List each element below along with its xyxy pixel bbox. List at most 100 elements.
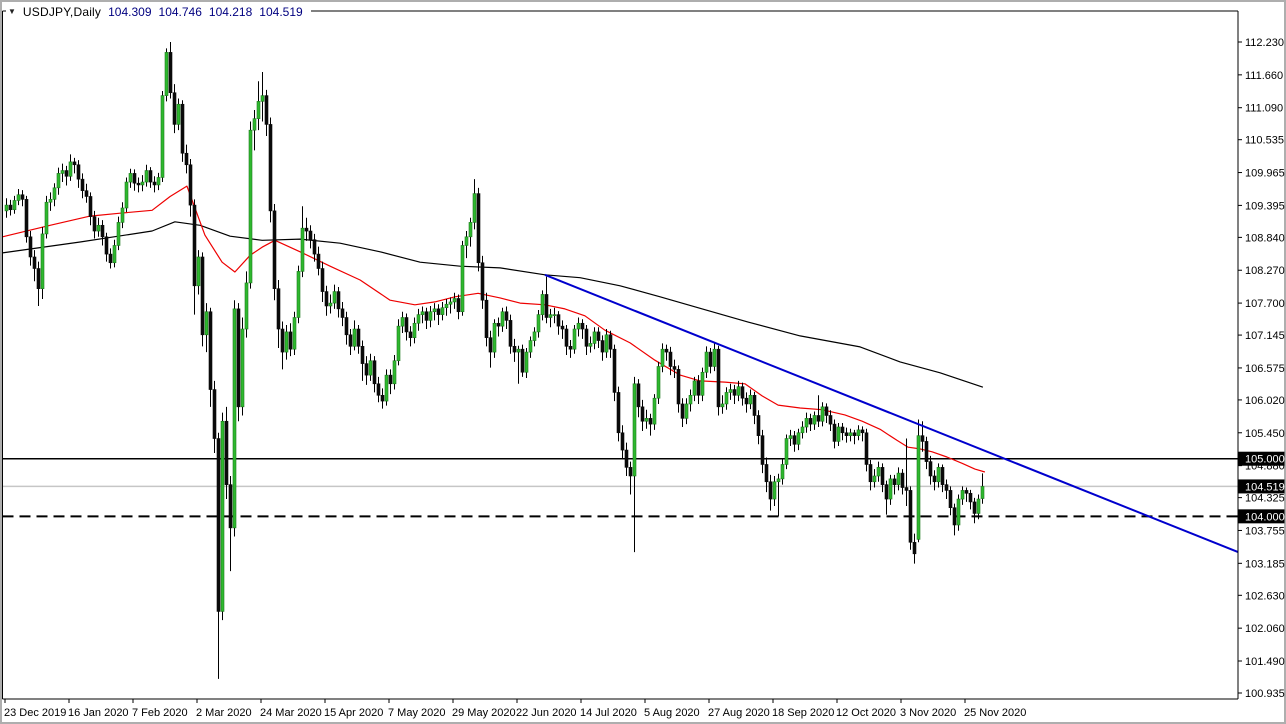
candle-bear [228, 484, 233, 529]
candle-bear [948, 490, 953, 508]
candle-bear [476, 193, 481, 264]
candle-bull [688, 395, 693, 405]
candle-bear [76, 164, 81, 180]
candle-bear [80, 178, 85, 192]
candle-bull [464, 236, 469, 246]
candle-bear [136, 182, 141, 186]
moving-average-slow-black [2, 221, 984, 388]
candle-bear [764, 464, 769, 483]
price-tick-label: 108.840 [1245, 232, 1285, 244]
candle-bear [828, 415, 833, 425]
candle-bear [860, 429, 865, 434]
candle-bear [648, 418, 653, 425]
candle-bull [872, 475, 877, 483]
candle-bear [408, 331, 413, 338]
time-axis[interactable]: 23 Dec 2019 16 Jan 2020 7 Feb 2020 2 Mar 20… [4, 699, 1026, 719]
price-tick-label: 108.270 [1245, 265, 1285, 277]
candle-bear [560, 325, 565, 330]
candle-bull [460, 245, 465, 313]
candle-bear [32, 256, 37, 269]
chart-canvas[interactable]: 112.230 111.660 111.090 110.535 109.965 109.3… [0, 0, 1286, 724]
candle-bear [824, 406, 829, 416]
price-tick-label: 109.395 [1245, 200, 1285, 212]
price-tick-label: 103.185 [1245, 558, 1285, 570]
candle-bull [704, 351, 709, 373]
candle-bear [556, 314, 561, 327]
candle-bear [212, 389, 217, 439]
candle-bear [584, 328, 589, 347]
chevron-down-icon[interactable]: ▼ [8, 7, 16, 17]
candle-bear [636, 383, 641, 408]
candle-bear [900, 472, 905, 488]
candle-bull [144, 170, 149, 183]
candle-bull [16, 194, 21, 201]
candle-bear [316, 253, 321, 269]
candle-bull [12, 200, 17, 211]
candle-bull [220, 420, 225, 612]
price-tick-label: 102.060 [1245, 623, 1285, 635]
candle-bull [96, 224, 101, 232]
candle-bear [456, 298, 461, 313]
candle-bear [952, 507, 957, 526]
candle-bear [192, 204, 197, 287]
candle-bull [876, 467, 881, 477]
candle-bull [976, 498, 981, 514]
candle-bear [236, 308, 241, 408]
date-tick-label: 7 May 2020 [388, 707, 445, 719]
candle-bear [844, 432, 849, 436]
candle-bear [436, 308, 441, 315]
candle-bull [296, 271, 301, 318]
candle-bull [576, 322, 581, 330]
date-tick-label: 3 Nov 2020 [900, 707, 956, 719]
price-tick-label: 102.630 [1245, 590, 1285, 602]
candle-bear [880, 467, 885, 485]
candle-bull [352, 328, 357, 347]
candle-bear [224, 420, 229, 485]
candle-bull [888, 478, 893, 500]
candle-bull [836, 426, 841, 442]
candle-bear [608, 334, 613, 350]
candle-bull [160, 95, 165, 178]
candle-bear [944, 484, 949, 491]
candle-bear [596, 331, 601, 341]
candle-bear [480, 262, 485, 301]
candle-bull [532, 331, 537, 341]
candle-bull [256, 101, 261, 119]
candle-bear [64, 170, 69, 177]
descending-trendline[interactable] [544, 273, 1239, 554]
candle-bear [732, 389, 737, 396]
price-tick-label: 109.965 [1245, 168, 1285, 180]
candle-bear [88, 196, 93, 217]
candle-bear [868, 464, 873, 483]
candle-bear [84, 190, 89, 197]
price-tick-label: 104.325 [1245, 493, 1285, 505]
candle-bear [884, 484, 889, 500]
candle-bear [744, 397, 749, 405]
candle-bull [44, 201, 49, 235]
date-tick-label: 7 Feb 2020 [132, 707, 188, 719]
candle-bear [276, 288, 281, 330]
candle-bear [92, 216, 97, 232]
symbol-period-label: USDJPY,Daily [22, 5, 102, 19]
candle-bull [848, 432, 853, 436]
candle-bear [624, 449, 629, 468]
candle-bull [644, 418, 649, 422]
plot-borders [2, 10, 1239, 700]
candle-bear [840, 426, 845, 434]
candle-bear [288, 331, 293, 350]
candle-bull [820, 406, 825, 422]
price-tick-label: 100.935 [1245, 688, 1285, 700]
candle-bear [676, 369, 681, 405]
date-tick-label: 2 Mar 2020 [196, 707, 252, 719]
candle-bear [28, 236, 33, 258]
candle-bull [956, 498, 961, 526]
candle-bear [356, 328, 361, 347]
candle-bull [776, 478, 781, 483]
candle-bull [232, 308, 237, 529]
price-axis[interactable]: 112.230 111.660 111.090 110.535 109.965 109.3… [1238, 37, 1285, 700]
candle-bear [364, 363, 369, 376]
candle-bear [696, 380, 701, 396]
candle-bear [864, 432, 869, 465]
candle-bull [392, 360, 397, 385]
candle-bull [116, 222, 121, 246]
